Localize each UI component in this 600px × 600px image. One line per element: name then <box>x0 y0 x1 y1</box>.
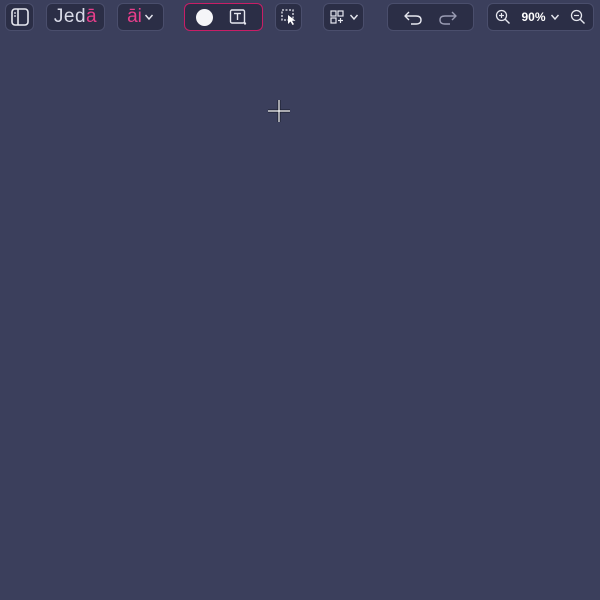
app-logo[interactable]: Jed ā <box>46 3 105 31</box>
layout-button[interactable] <box>323 3 364 31</box>
mode-switcher[interactable] <box>184 3 263 31</box>
zoom-value: 90% <box>521 10 546 24</box>
circle-mode-icon[interactable] <box>196 8 213 26</box>
ai-label: āi <box>127 6 142 27</box>
crosshair-cursor-icon <box>268 100 290 122</box>
logo-prefix: Jed <box>53 6 87 27</box>
history-controls <box>387 3 474 31</box>
marquee-select-icon <box>280 9 295 25</box>
undo-icon[interactable] <box>403 8 423 26</box>
chevron-down-icon <box>144 14 153 21</box>
toolbar: Jed ā āi 90% <box>0 3 600 31</box>
select-tool-button[interactable] <box>275 3 302 31</box>
chevron-down-icon <box>349 14 358 21</box>
zoom-level-dropdown[interactable]: 90% <box>521 10 559 24</box>
ai-menu-button[interactable]: āi <box>117 3 164 31</box>
chevron-down-icon <box>550 14 559 21</box>
zoom-controls: 90% <box>487 3 594 31</box>
zoom-out-icon[interactable] <box>570 9 586 25</box>
redo-icon[interactable] <box>438 8 458 26</box>
canvas[interactable]: Jed ā āi 90% <box>0 0 600 600</box>
logo-suffix: ā <box>86 6 98 27</box>
sidebar-toggle-icon <box>10 8 29 26</box>
text-box-icon[interactable] <box>229 8 247 26</box>
sidebar-toggle-button[interactable] <box>5 3 34 31</box>
grid-add-icon <box>329 10 344 24</box>
zoom-in-icon[interactable] <box>495 9 511 25</box>
